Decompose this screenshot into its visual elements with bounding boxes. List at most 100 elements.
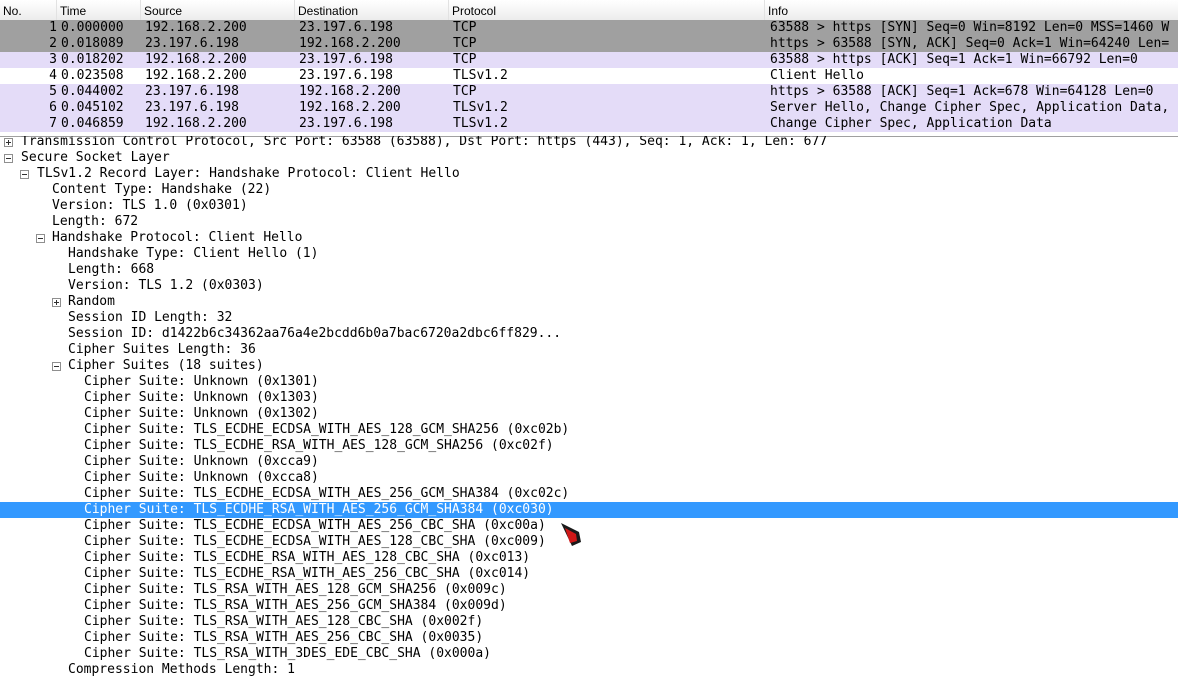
column-header-time[interactable]: Time <box>57 0 141 20</box>
collapse-icon[interactable] <box>52 362 61 371</box>
collapse-icon[interactable] <box>20 170 29 179</box>
tree-item[interactable]: Cipher Suites Length: 36 <box>0 342 1178 358</box>
packet-time: 0.045102 <box>61 100 124 115</box>
packet-row[interactable]: 7 0.046859 192.168.2.200 23.197.6.198 TLSv1.… <box>0 116 1178 132</box>
packet-info: 63588 > https [ACK] Seq=1 Ack=1 Win=6679… <box>770 52 1138 67</box>
packet-row[interactable]: 3 0.018202 192.168.2.200 23.197.6.198 TCP 635… <box>0 52 1178 68</box>
packet-list-header: No. Time Source Destination Protocol Inf… <box>0 0 1178 21</box>
tree-item[interactable]: Secure Socket Layer <box>0 150 1178 166</box>
tree-item[interactable]: Cipher Suite: TLS_ECDHE_ECDSA_WITH_AES_2… <box>0 518 1178 534</box>
packet-source: 192.168.2.200 <box>145 52 247 67</box>
expand-icon[interactable] <box>4 138 13 147</box>
tree-item[interactable]: Content Type: Handshake (22) <box>0 182 1178 198</box>
packet-row[interactable]: 1 0.000000 192.168.2.200 23.197.6.198 TCP 635… <box>0 20 1178 36</box>
column-header-protocol[interactable]: Protocol <box>449 0 765 20</box>
tree-item[interactable]: Cipher Suite: TLS_ECDHE_ECDSA_WITH_AES_1… <box>0 534 1178 550</box>
packet-protocol: TCP <box>453 52 477 67</box>
packet-time: 0.000000 <box>61 20 124 35</box>
packet-destination: 192.168.2.200 <box>299 84 401 99</box>
tree-item-label: Cipher Suite: TLS_ECDHE_ECDSA_WITH_AES_1… <box>84 422 570 437</box>
tree-item[interactable]: Cipher Suites (18 suites) <box>0 358 1178 374</box>
tree-item[interactable]: Cipher Suite: TLS_RSA_WITH_AES_128_CBC_S… <box>0 614 1178 630</box>
collapse-icon[interactable] <box>36 234 45 243</box>
tree-item[interactable]: Cipher Suite: TLS_ECDHE_RSA_WITH_AES_256… <box>0 566 1178 582</box>
packet-time: 0.018089 <box>61 36 124 51</box>
tree-item-label: Cipher Suite: TLS_ECDHE_RSA_WITH_AES_128… <box>84 438 554 453</box>
tree-item-label: Transmission Control Protocol, Src Port:… <box>21 136 828 149</box>
packet-protocol: TLSv1.2 <box>453 68 508 83</box>
packet-row[interactable]: 5 0.044002 23.197.6.198 192.168.2.200 TCP htt… <box>0 84 1178 100</box>
packet-protocol: TCP <box>453 20 477 35</box>
collapse-icon[interactable] <box>4 154 13 163</box>
tree-item-label: Handshake Type: Client Hello (1) <box>68 246 319 261</box>
tree-item-label: Cipher Suite: Unknown (0x1303) <box>84 390 319 405</box>
packet-source: 192.168.2.200 <box>145 116 247 131</box>
packet-info: Change Cipher Spec, Application Data <box>770 116 1052 131</box>
tree-item-label: Cipher Suite: Unknown (0xcca8) <box>84 470 319 485</box>
tree-item[interactable]: Cipher Suite: TLS_RSA_WITH_AES_256_CBC_S… <box>0 630 1178 646</box>
tree-item[interactable]: Handshake Type: Client Hello (1) <box>0 246 1178 262</box>
tree-item[interactable]: Length: 668 <box>0 262 1178 278</box>
packet-protocol: TLSv1.2 <box>453 116 508 131</box>
tree-item[interactable]: TLSv1.2 Record Layer: Handshake Protocol… <box>0 166 1178 182</box>
packet-details-tree[interactable]: Transmission Control Protocol, Src Port:… <box>0 136 1178 679</box>
tree-item[interactable]: Handshake Protocol: Client Hello <box>0 230 1178 246</box>
packet-destination: 23.197.6.198 <box>299 116 393 131</box>
tree-item[interactable]: Session ID: d1422b6c34362aa76a4e2bcdd6b0… <box>0 326 1178 342</box>
tree-item[interactable]: Cipher Suite: Unknown (0xcca9) <box>0 454 1178 470</box>
tree-item[interactable]: Cipher Suite: TLS_RSA_WITH_3DES_EDE_CBC_… <box>0 646 1178 662</box>
packet-row[interactable]: 4 0.023508 192.168.2.200 23.197.6.198 TLSv1.… <box>0 68 1178 84</box>
packet-destination: 192.168.2.200 <box>299 100 401 115</box>
tree-item[interactable]: Version: TLS 1.0 (0x0301) <box>0 198 1178 214</box>
tree-item-label: Length: 672 <box>52 214 139 229</box>
tree-item[interactable]: Cipher Suite: Unknown (0x1302) <box>0 406 1178 422</box>
packet-no: 2 <box>49 36 57 51</box>
tree-item-label: Session ID Length: 32 <box>68 310 233 325</box>
column-header-info[interactable]: Info <box>765 0 1178 20</box>
packet-info: https > 63588 [SYN, ACK] Seq=0 Ack=1 Win… <box>770 36 1170 51</box>
tree-item-selected[interactable]: Cipher Suite: TLS_ECDHE_RSA_WITH_AES_256… <box>0 502 1178 518</box>
column-header-source[interactable]: Source <box>141 0 295 20</box>
packet-info: Server Hello, Change Cipher Spec, Applic… <box>770 100 1170 115</box>
tree-item[interactable]: Cipher Suite: TLS_ECDHE_ECDSA_WITH_AES_2… <box>0 486 1178 502</box>
packet-time: 0.044002 <box>61 84 124 99</box>
tree-item[interactable]: Session ID Length: 32 <box>0 310 1178 326</box>
tree-item[interactable]: Cipher Suite: Unknown (0x1303) <box>0 390 1178 406</box>
tree-item-label: Compression Methods Length: 1 <box>68 662 295 677</box>
column-header-no[interactable]: No. <box>0 0 57 20</box>
tree-item[interactable]: Cipher Suite: TLS_ECDHE_RSA_WITH_AES_128… <box>0 438 1178 454</box>
packet-row[interactable]: 6 0.045102 23.197.6.198 192.168.2.200 TLSv1.… <box>0 100 1178 116</box>
tree-item[interactable]: Cipher Suite: Unknown (0x1301) <box>0 374 1178 390</box>
tree-item-label: Cipher Suites Length: 36 <box>68 342 256 357</box>
tree-item-label: Length: 668 <box>68 262 155 277</box>
packet-time: 0.023508 <box>61 68 124 83</box>
tree-item-label: Cipher Suite: Unknown (0x1301) <box>84 374 319 389</box>
packet-list[interactable]: No. Time Source Destination Protocol Inf… <box>0 0 1178 136</box>
tree-item-label: Cipher Suite: TLS_ECDHE_RSA_WITH_AES_256… <box>84 502 554 517</box>
tree-item-label: TLSv1.2 Record Layer: Handshake Protocol… <box>37 166 460 181</box>
packet-row[interactable]: 2 0.018089 23.197.6.198 192.168.2.200 TCP htt… <box>0 36 1178 52</box>
packet-no: 5 <box>49 84 57 99</box>
tree-item[interactable]: Length: 672 <box>0 214 1178 230</box>
tree-item[interactable]: Cipher Suite: TLS_RSA_WITH_AES_256_GCM_S… <box>0 598 1178 614</box>
tree-item-label: Cipher Suite: TLS_RSA_WITH_AES_256_GCM_S… <box>84 598 507 613</box>
tree-item[interactable]: Cipher Suite: TLS_RSA_WITH_AES_128_GCM_S… <box>0 582 1178 598</box>
tree-item-label: Cipher Suite: TLS_ECDHE_ECDSA_WITH_AES_1… <box>84 534 546 549</box>
tree-item[interactable]: Transmission Control Protocol, Src Port:… <box>0 136 1178 150</box>
packet-source: 23.197.6.198 <box>145 84 239 99</box>
column-header-destination[interactable]: Destination <box>295 0 449 20</box>
packet-info: Client Hello <box>770 68 864 83</box>
packet-source: 23.197.6.198 <box>145 36 239 51</box>
packet-destination: 23.197.6.198 <box>299 20 393 35</box>
expand-icon[interactable] <box>52 298 61 307</box>
packet-source: 23.197.6.198 <box>145 100 239 115</box>
tree-item[interactable]: Cipher Suite: TLS_ECDHE_RSA_WITH_AES_128… <box>0 550 1178 566</box>
tree-item[interactable]: Version: TLS 1.2 (0x0303) <box>0 278 1178 294</box>
tree-item[interactable]: Random <box>0 294 1178 310</box>
packet-time: 0.018202 <box>61 52 124 67</box>
packet-info: https > 63588 [ACK] Seq=1 Ack=678 Win=64… <box>770 84 1154 99</box>
tree-item[interactable]: Cipher Suite: Unknown (0xcca8) <box>0 470 1178 486</box>
tree-item[interactable]: Cipher Suite: TLS_ECDHE_ECDSA_WITH_AES_1… <box>0 422 1178 438</box>
tree-item[interactable]: Compression Methods Length: 1 <box>0 662 1178 678</box>
tree-item-label: Cipher Suite: TLS_RSA_WITH_AES_256_CBC_S… <box>84 630 484 645</box>
